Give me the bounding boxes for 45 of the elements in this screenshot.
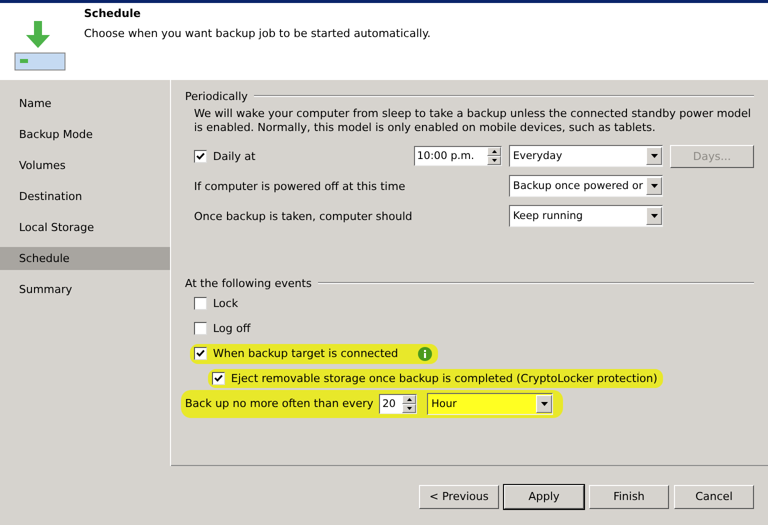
sidebar-item[interactable]: Volumes — [0, 154, 170, 177]
spin-down-icon[interactable] — [492, 159, 496, 162]
checkbox[interactable] — [194, 347, 207, 360]
after-backup-dropdown[interactable]: Keep running — [509, 205, 663, 227]
dialog-button[interactable]: Apply — [504, 484, 584, 508]
sidebar-item[interactable]: Summary — [0, 278, 170, 301]
dialog-button[interactable]: Finish — [589, 484, 669, 508]
powered-off-dropdown[interactable]: Backup once powered or — [509, 175, 663, 197]
dropdown-arrow-icon[interactable] — [650, 214, 658, 218]
spin-up-icon[interactable] — [492, 150, 496, 153]
checkbox-label: Log off — [213, 322, 250, 335]
checkbox-label: Eject removable storage once backup is completed (CryptoLocker protection) — [231, 372, 658, 385]
download-to-drive-icon — [14, 19, 66, 71]
page-title: Schedule — [84, 7, 142, 20]
time-spinner[interactable]: 10:00 p.m. — [414, 146, 502, 166]
checkbox[interactable] — [212, 372, 225, 385]
checkbox[interactable] — [194, 150, 207, 162]
dialog-button[interactable]: Cancel — [674, 484, 754, 508]
description-text: We will wake your computer from sleep to take a backup unless the connected standby power model is enabled. Normally, this model is only enabled on mobile devices, such as tablets. — [194, 107, 752, 135]
spin-up-icon[interactable] — [406, 398, 412, 400]
checkbox-label: Daily at — [213, 150, 256, 162]
sidebar-item[interactable]: Backup Mode — [0, 123, 170, 146]
number-spinner[interactable]: 20 — [379, 394, 418, 414]
info-icon[interactable] — [418, 346, 432, 360]
sidebar-item[interactable]: Name — [0, 92, 170, 115]
field-label: Once backup is taken, computer should — [194, 210, 414, 222]
dialog-button[interactable]: < Previous — [419, 484, 499, 508]
sidebar-item[interactable]: Destination — [0, 185, 170, 208]
checkbox[interactable] — [194, 322, 207, 335]
dropdown-arrow-icon[interactable] — [650, 154, 658, 158]
checkbox[interactable] — [194, 297, 207, 310]
group-title: At the following events — [185, 276, 312, 290]
field-label: If computer is powered off at this time — [194, 180, 406, 192]
dropdown-arrow-icon[interactable] — [540, 402, 548, 406]
checkbox-label: When backup target is connected — [213, 347, 398, 360]
group-title: Periodically — [185, 90, 248, 102]
sidebar-item[interactable]: Schedule — [0, 247, 170, 270]
field-label: Back up no more often than every — [185, 397, 374, 410]
dropdown-arrow-icon[interactable] — [650, 184, 658, 188]
unit-dropdown[interactable]: Hour — [427, 392, 554, 414]
page-subtitle: Choose when you want backup job to be started automatically. — [84, 27, 431, 40]
frequency-dropdown[interactable]: Everyday — [509, 145, 663, 167]
checkbox-label: Lock — [213, 297, 238, 310]
spin-down-icon[interactable] — [406, 406, 412, 410]
sidebar-item[interactable]: Local Storage — [0, 216, 170, 239]
